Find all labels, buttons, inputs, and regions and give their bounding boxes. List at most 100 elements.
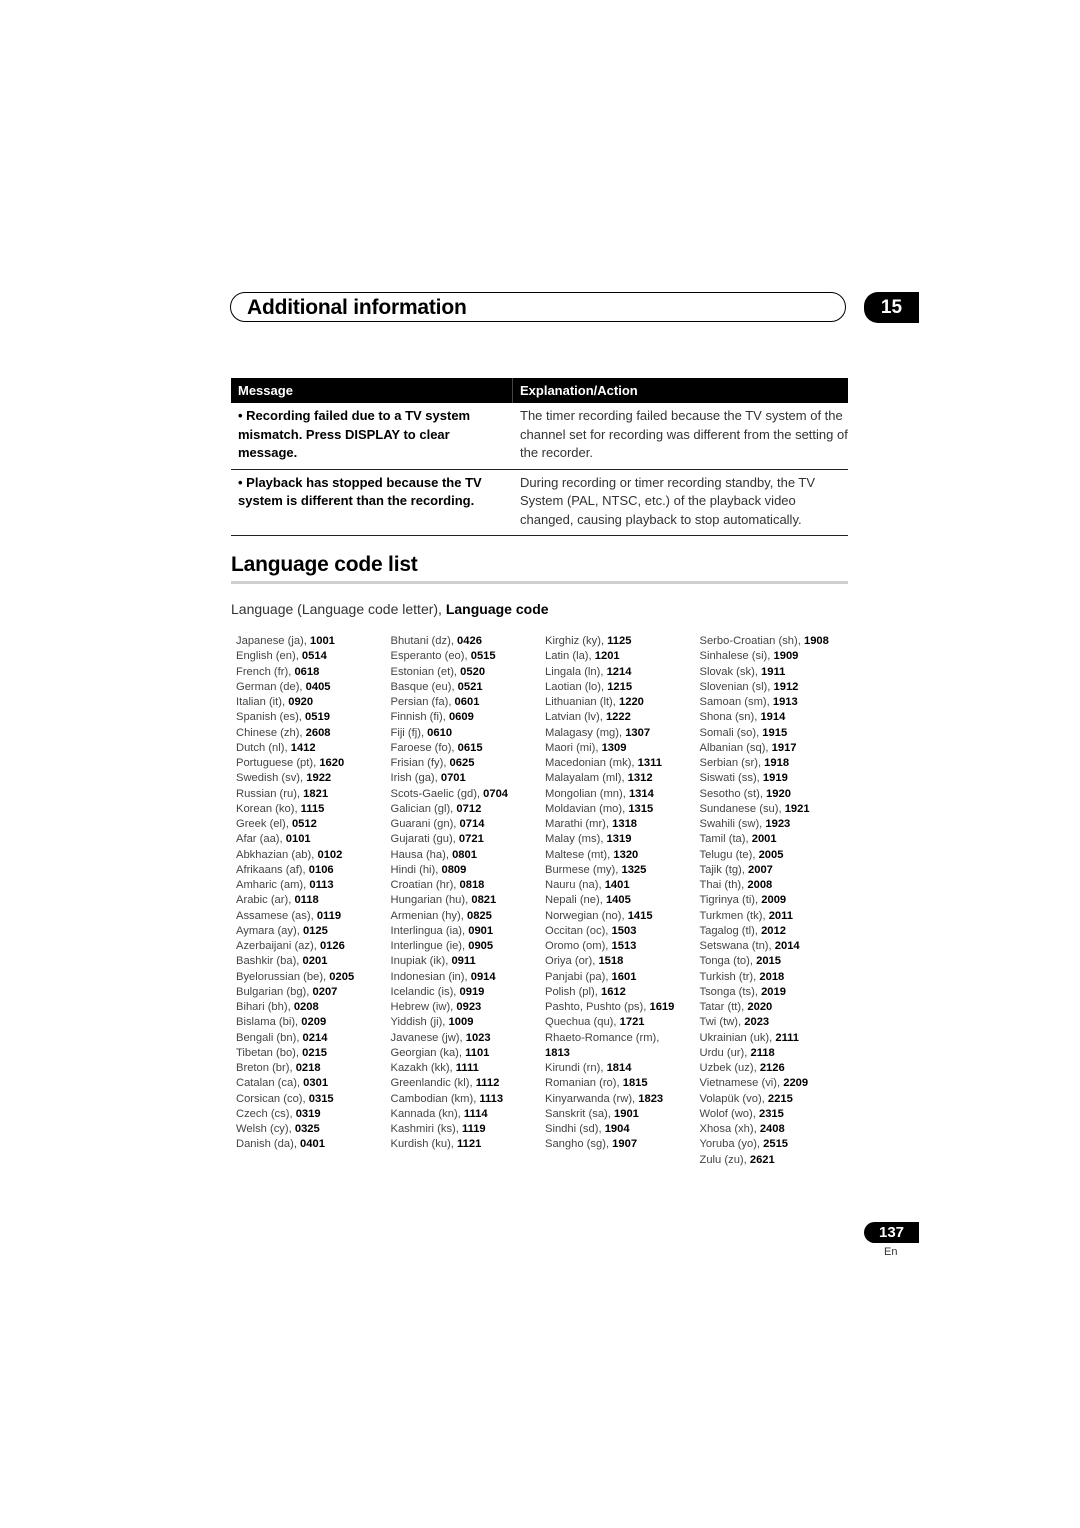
list-item: Somali (so), 1915 [700, 726, 855, 741]
list-item: Persian (fa), 0601 [391, 695, 546, 710]
list-item: Mongolian (mn), 1314 [545, 787, 700, 802]
column-header-explanation: Explanation/Action [520, 383, 638, 398]
language-name: Turkmen (tk), [699, 909, 769, 922]
list-item: Siswati (ss), 1919 [700, 771, 855, 786]
list-item: Galician (gl), 0712 [391, 802, 546, 817]
language-code: 1309 [601, 741, 627, 754]
language-code: 1009 [448, 1016, 474, 1029]
language-code: 0426 [457, 635, 482, 647]
list-item: Polish (pl), 1612 [545, 985, 700, 1000]
language-code: 1513 [611, 940, 637, 952]
list-item: Kashmiri (ks), 1119 [391, 1122, 546, 1137]
language-code: 0601 [454, 696, 480, 708]
language-name: Basque (eu), [390, 680, 458, 693]
language-code: 0515 [470, 650, 496, 663]
language-code: 0301 [303, 1077, 329, 1090]
language-code: 0721 [458, 833, 484, 846]
language-name: Russian (ru), [236, 787, 304, 800]
language-name: Shona (sn), [699, 711, 761, 724]
list-item: Hebrew (iw), 0923 [391, 1000, 546, 1015]
language-code: 0911 [451, 955, 476, 968]
list-item: Panjabi (pa), 1601 [545, 970, 700, 985]
language-name: Chinese (zh), [236, 726, 306, 739]
language-code: 0214 [302, 1031, 328, 1044]
language-code: 1921 [784, 802, 810, 815]
list-item: Tsonga (ts), 2019 [700, 985, 855, 1000]
language-code: 1620 [319, 757, 345, 769]
language-name: Arabic (ar), [236, 894, 295, 907]
language-name: Bislama (bi), [236, 1016, 302, 1029]
list-item: Armenian (hy), 0825 [391, 909, 546, 924]
language-code: 0825 [466, 909, 492, 922]
list-item: Kurdish (ku), 1121 [391, 1137, 546, 1152]
language-code: 0821 [471, 894, 497, 907]
language-code: 1909 [773, 650, 799, 663]
list-item: Irish (ga), 0701 [391, 771, 546, 786]
language-code: 1405 [605, 894, 631, 907]
language-code: 1125 [607, 635, 632, 647]
language-code: 1101 [465, 1046, 490, 1059]
language-code: 1919 [762, 772, 788, 785]
list-item: Tajik (tg), 2007 [700, 863, 855, 878]
language-name: Albanian (sq), [699, 741, 772, 754]
list-item: Kirghiz (ky), 1125 [545, 634, 700, 649]
list-item: Zulu (zu), 2621 [700, 1153, 855, 1168]
list-item: Aymara (ay), 0125 [236, 924, 391, 939]
language-code: 1922 [306, 772, 332, 785]
language-code: 0319 [295, 1107, 321, 1120]
language-code: 1307 [625, 726, 651, 739]
language-code: 1325 [621, 863, 647, 876]
language-name: Icelandic (is), [390, 985, 460, 998]
list-item: German (de), 0405 [236, 680, 391, 695]
language-code: 2215 [767, 1092, 793, 1105]
language-name: Yoruba (yo), [699, 1138, 764, 1151]
language-code: 1503 [611, 924, 637, 937]
language-name: Mongolian (mn), [545, 787, 629, 800]
language-code: 2023 [744, 1016, 770, 1029]
language-name: Swahili (sw), [699, 818, 766, 830]
language-code: 0209 [301, 1016, 327, 1029]
language-name: Bashkir (ba), [236, 955, 303, 968]
list-item: Marathi (mr), 1318 [545, 817, 700, 832]
list-item: Arabic (ar), 0118 [236, 893, 391, 908]
language-name: Irish (ga), [390, 772, 441, 785]
language-name: Tagalog (tl), [699, 924, 762, 937]
list-item: Fiji (fj), 0610 [391, 726, 546, 741]
language-name: Bengali (bn), [236, 1031, 303, 1044]
language-code: 0714 [459, 818, 485, 830]
language-name: Norwegian (no), [545, 909, 628, 922]
list-item: Setswana (tn), 2014 [700, 939, 855, 954]
language-name: Corsican (co), [236, 1092, 309, 1105]
language-code: 2011 [768, 909, 793, 922]
list-item: Interlingue (ie), 0905 [391, 939, 546, 954]
list-item: Pashto, Pushto (ps), 1619 [545, 1000, 700, 1015]
language-name: Hebrew (iw), [390, 1001, 457, 1013]
list-item: Greek (el), 0512 [236, 817, 391, 832]
column-header-message: Message [231, 378, 513, 403]
list-item: Moldavian (mo), 1315 [545, 802, 700, 817]
list-item: Slovenian (sl), 1912 [700, 680, 855, 695]
list-item: Russian (ru), 1821 [236, 787, 391, 802]
language-list-legend: Language (Language code letter), Languag… [231, 601, 549, 617]
language-name: Tibetan (bo), [236, 1046, 303, 1059]
list-item: Oromo (om), 1513 [545, 939, 700, 954]
list-item: Icelandic (is), 0919 [391, 985, 546, 1000]
language-name: Siswati (ss), [699, 772, 763, 785]
language-code: 0514 [301, 650, 327, 663]
list-item: French (fr), 0618 [236, 665, 391, 680]
language-name: Twi (tw), [699, 1016, 745, 1029]
language-name: Afar (aa), [236, 833, 286, 846]
language-code: 0901 [468, 924, 494, 937]
language-name: Indonesian (in), [390, 970, 471, 983]
list-item: Malayalam (ml), 1312 [545, 771, 700, 786]
list-item: Shona (sn), 1914 [700, 710, 855, 725]
list-item: Lithuanian (lt), 1220 [545, 695, 700, 710]
list-item: Greenlandic (kl), 1112 [391, 1076, 546, 1091]
language-code: 2018 [759, 970, 785, 983]
language-code: 1315 [628, 802, 654, 815]
language-name: Maltese (mt), [545, 848, 614, 861]
legend-bold: Language code [445, 601, 549, 617]
language-name: Afrikaans (af), [236, 863, 309, 876]
list-item: Maori (mi), 1309 [545, 741, 700, 756]
language-code: 0920 [288, 696, 314, 708]
